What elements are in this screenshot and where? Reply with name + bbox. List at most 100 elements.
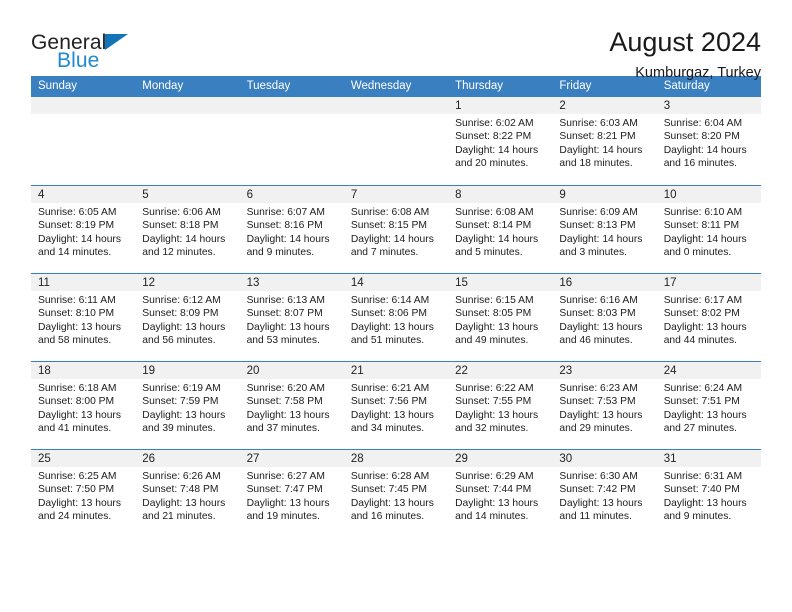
day-detail-line: Sunrise: 6:29 AM	[455, 471, 534, 482]
calendar-day-cell[interactable]: 24 Sunrise: 6:24 AM Sunset: 7:51 PM Dayligh…	[656, 362, 761, 449]
calendar-day-cell[interactable]: 18 Sunrise: 6:18 AM Sunset: 8:00 PM Dayligh…	[31, 362, 136, 449]
calendar-day-cell[interactable]: 14 Sunrise: 6:14 AM Sunset: 8:06 PM Dayligh…	[343, 274, 449, 361]
day-number: 17	[656, 274, 761, 291]
day-detail-line: and 9 minutes.	[663, 511, 732, 523]
day-detail-line: Sunset: 8:11 PM	[663, 220, 740, 232]
calendar-day-cell[interactable]: 8 Sunrise: 6:08 AM Sunset: 8:14 PM Daylight…	[448, 186, 553, 273]
day-detail-line: and 16 minutes.	[350, 511, 425, 523]
day-number: 20	[239, 362, 344, 379]
day-detail-line: Sunset: 8:14 PM	[455, 220, 532, 232]
day-details: Sunrise: 6:10 AM Sunset: 8:11 PM Daylight:…	[657, 203, 761, 260]
day-detail-line: Sunrise: 6:04 AM	[663, 118, 743, 129]
day-number: 25	[31, 450, 136, 467]
day-detail-line: and 7 minutes.	[350, 247, 419, 259]
calendar-day-cell[interactable]: 13 Sunrise: 6:13 AM Sunset: 8:07 PM Dayligh…	[239, 274, 344, 361]
day-detail-line: Sunset: 7:55 PM	[455, 396, 532, 408]
calendar-day-cell[interactable]: 12 Sunrise: 6:12 AM Sunset: 8:09 PM Dayligh…	[135, 274, 240, 361]
calendar-day-cell[interactable]: 17 Sunrise: 6:17 AM Sunset: 8:02 PM Dayligh…	[656, 274, 761, 361]
day-detail-line: Daylight: 13 hours	[350, 497, 434, 509]
day-detail-line: Daylight: 13 hours	[246, 409, 330, 421]
day-number: 5	[135, 186, 240, 203]
day-detail-line: and 39 minutes.	[142, 423, 216, 435]
day-detail-line: Sunrise: 6:16 AM	[559, 295, 638, 306]
calendar-day-cell[interactable]: 9 Sunrise: 6:09 AM Sunset: 8:13 PM Daylight…	[552, 186, 657, 273]
calendar-day-cell[interactable]: 4 Sunrise: 6:05 AM Sunset: 8:19 PM Daylight…	[31, 186, 136, 273]
day-detail-line: Daylight: 14 hours	[559, 233, 643, 245]
calendar-day-cell[interactable]: 6 Sunrise: 6:07 AM Sunset: 8:16 PM Daylight…	[239, 186, 344, 273]
calendar-day-cell[interactable]: 10 Sunrise: 6:10 AM Sunset: 8:11 PM Dayligh…	[656, 186, 761, 273]
day-details: Sunrise: 6:30 AM Sunset: 7:42 PM Daylight:…	[552, 467, 656, 524]
calendar-day-cell[interactable]: 3 Sunrise: 6:04 AM Sunset: 8:20 PM Daylight…	[656, 97, 761, 185]
day-detail-line: and 49 minutes.	[455, 335, 529, 347]
day-details: Sunrise: 6:21 AM Sunset: 7:56 PM Daylight:…	[344, 379, 448, 436]
day-details: Sunrise: 6:29 AM Sunset: 7:44 PM Daylight:…	[448, 467, 552, 524]
day-number: 6	[239, 186, 344, 203]
day-number: 18	[31, 362, 136, 379]
day-detail-line: Daylight: 13 hours	[142, 321, 226, 333]
day-number: 31	[656, 450, 761, 467]
day-detail-line: Daylight: 13 hours	[455, 321, 539, 333]
day-number	[135, 97, 240, 114]
day-detail-line: Sunrise: 6:14 AM	[350, 295, 430, 306]
day-detail-line: Daylight: 13 hours	[246, 321, 330, 333]
day-details: Sunrise: 6:15 AM Sunset: 8:05 PM Daylight:…	[448, 291, 552, 348]
calendar-day-cell[interactable]: 20 Sunrise: 6:20 AM Sunset: 7:58 PM Dayligh…	[239, 362, 344, 449]
day-detail-line: Daylight: 13 hours	[246, 497, 330, 509]
day-details: Sunrise: 6:13 AM Sunset: 8:07 PM Daylight:…	[240, 291, 344, 348]
day-detail-line: Daylight: 13 hours	[38, 497, 121, 509]
day-detail-line: Sunrise: 6:22 AM	[455, 383, 534, 394]
day-detail-line: Sunrise: 6:08 AM	[350, 207, 430, 218]
calendar-day-cell[interactable]: 16 Sunrise: 6:16 AM Sunset: 8:03 PM Dayligh…	[552, 274, 657, 361]
day-details	[135, 114, 239, 117]
day-number	[239, 97, 344, 114]
calendar-day-cell[interactable]: 22 Sunrise: 6:22 AM Sunset: 7:55 PM Dayligh…	[448, 362, 553, 449]
calendar-day-cell[interactable]: 28 Sunrise: 6:28 AM Sunset: 7:45 PM Dayligh…	[343, 450, 449, 537]
calendar-day-cell[interactable]: 26 Sunrise: 6:26 AM Sunset: 7:48 PM Dayligh…	[135, 450, 240, 537]
day-detail-line: Daylight: 13 hours	[663, 409, 747, 421]
calendar-day-cell[interactable]: 19 Sunrise: 6:19 AM Sunset: 7:59 PM Dayligh…	[135, 362, 240, 449]
day-detail-line: Daylight: 13 hours	[38, 409, 121, 421]
day-number: 13	[239, 274, 344, 291]
day-detail-line: Daylight: 14 hours	[663, 144, 747, 156]
calendar-day-cell[interactable]: 21 Sunrise: 6:21 AM Sunset: 7:56 PM Dayligh…	[343, 362, 449, 449]
calendar-day-cell[interactable]: 23 Sunrise: 6:23 AM Sunset: 7:53 PM Dayligh…	[552, 362, 657, 449]
calendar-day-cell[interactable]: 7 Sunrise: 6:08 AM Sunset: 8:15 PM Daylight…	[343, 186, 449, 273]
weekday-header-sunday: Sunday	[38, 80, 78, 92]
general-blue-logo[interactable]: General Blue	[31, 28, 146, 71]
calendar-week-row: 25 Sunrise: 6:25 AM Sunset: 7:50 PM Dayligh…	[31, 449, 761, 537]
day-details: Sunrise: 6:14 AM Sunset: 8:06 PM Daylight:…	[344, 291, 448, 348]
day-number: 16	[552, 274, 657, 291]
day-detail-line: and 9 minutes.	[246, 247, 315, 259]
day-detail-line: and 46 minutes.	[559, 335, 633, 347]
weekday-header-wednesday: Wednesday	[350, 80, 412, 92]
calendar-day-cell[interactable]: 5 Sunrise: 6:06 AM Sunset: 8:18 PM Daylight…	[135, 186, 240, 273]
day-details: Sunrise: 6:12 AM Sunset: 8:09 PM Daylight:…	[135, 291, 239, 348]
calendar-day-cell[interactable]: 11 Sunrise: 6:11 AM Sunset: 8:10 PM Dayligh…	[31, 274, 136, 361]
calendar-day-cell[interactable]: 25 Sunrise: 6:25 AM Sunset: 7:50 PM Dayligh…	[31, 450, 136, 537]
day-detail-line: Daylight: 14 hours	[350, 233, 434, 245]
day-details: Sunrise: 6:27 AM Sunset: 7:47 PM Daylight:…	[240, 467, 344, 524]
day-details: Sunrise: 6:06 AM Sunset: 8:18 PM Daylight:…	[135, 203, 239, 260]
day-detail-line: Sunset: 8:05 PM	[455, 308, 532, 320]
weekday-header-row: Sunday Monday Tuesday Wednesday Thursday Frid…	[31, 76, 761, 97]
calendar-day-cell[interactable]: 29 Sunrise: 6:29 AM Sunset: 7:44 PM Dayligh…	[448, 450, 553, 537]
calendar-day-cell[interactable]: 27 Sunrise: 6:27 AM Sunset: 7:47 PM Dayligh…	[239, 450, 344, 537]
day-details: Sunrise: 6:31 AM Sunset: 7:40 PM Daylight:…	[657, 467, 761, 524]
calendar-day-cell-empty	[343, 97, 449, 185]
day-detail-line: and 24 minutes.	[38, 511, 112, 523]
day-details: Sunrise: 6:22 AM Sunset: 7:55 PM Daylight:…	[448, 379, 552, 436]
calendar-day-cell[interactable]: 31 Sunrise: 6:31 AM Sunset: 7:40 PM Dayligh…	[656, 450, 761, 537]
day-detail-line: and 51 minutes.	[350, 335, 425, 347]
day-detail-line: Sunrise: 6:26 AM	[142, 471, 221, 482]
calendar-day-cell[interactable]: 2 Sunrise: 6:03 AM Sunset: 8:21 PM Daylight…	[552, 97, 657, 185]
day-details: Sunrise: 6:16 AM Sunset: 8:03 PM Daylight:…	[552, 291, 656, 348]
day-details: Sunrise: 6:20 AM Sunset: 7:58 PM Daylight:…	[240, 379, 344, 436]
calendar-day-cell[interactable]: 1 Sunrise: 6:02 AM Sunset: 8:22 PM Daylight…	[448, 97, 553, 185]
day-detail-line: Sunrise: 6:10 AM	[663, 207, 743, 218]
day-number: 26	[135, 450, 240, 467]
calendar-day-cell[interactable]: 15 Sunrise: 6:15 AM Sunset: 8:05 PM Dayligh…	[448, 274, 553, 361]
day-number: 22	[448, 362, 553, 379]
calendar-day-cell[interactable]: 30 Sunrise: 6:30 AM Sunset: 7:42 PM Dayligh…	[552, 450, 657, 537]
day-detail-line: Daylight: 13 hours	[38, 321, 121, 333]
day-details	[344, 114, 448, 117]
